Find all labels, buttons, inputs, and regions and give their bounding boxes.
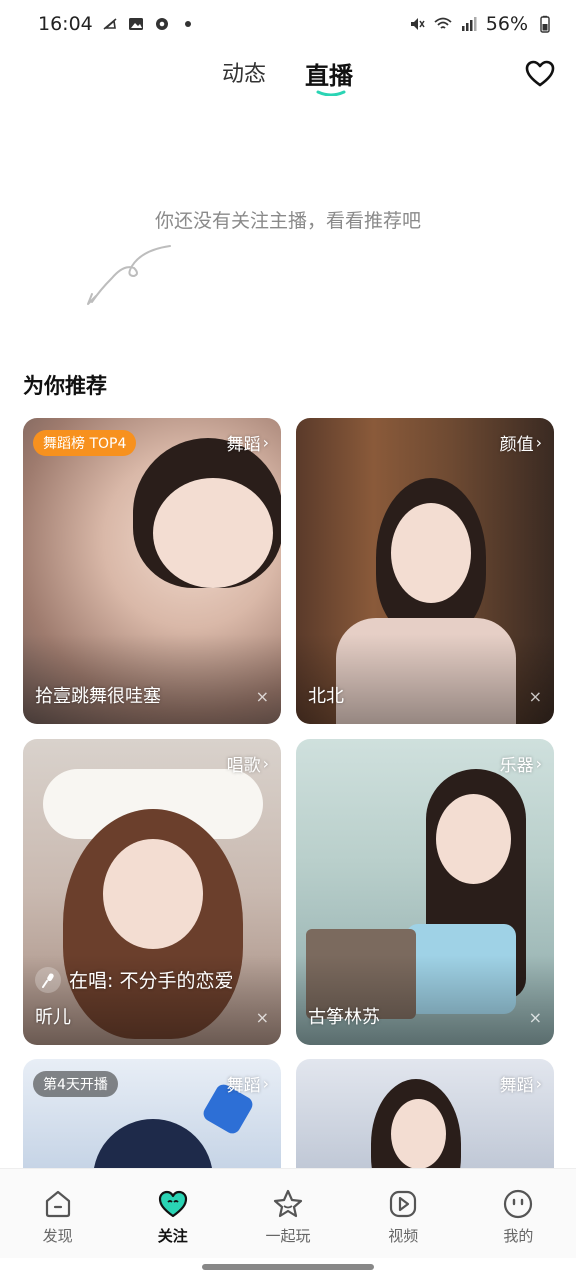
favorites-heart-icon[interactable]	[524, 58, 556, 90]
live-card[interactable]: 颜值 › 北北 ×	[296, 418, 554, 724]
now-singing-text: 在唱: 不分手的恋爱	[69, 970, 234, 992]
tab-dynamic[interactable]: 动态	[222, 56, 266, 88]
card-shade	[296, 955, 554, 1045]
chevron-right-icon: ›	[535, 1074, 542, 1093]
nav-label: 我的	[503, 1227, 534, 1245]
chevron-right-icon: ›	[262, 433, 269, 452]
star-icon	[271, 1187, 305, 1221]
signal-icon	[460, 15, 478, 33]
category-label: 舞蹈	[499, 1076, 534, 1096]
tab-active-indicator	[316, 90, 346, 96]
category-label: 舞蹈	[226, 1076, 261, 1096]
top-header: 动态 直播	[0, 48, 576, 104]
thumbnail-face	[391, 1099, 446, 1169]
profile-face-icon	[501, 1187, 535, 1221]
rank-badge: 舞蹈榜 TOP4	[33, 430, 137, 456]
heart-face-icon	[156, 1187, 190, 1221]
nav-label: 一起玩	[265, 1227, 311, 1245]
nav-label: 关注	[157, 1227, 188, 1245]
category-label: 舞蹈	[226, 435, 261, 455]
nav-label: 发现	[42, 1227, 73, 1245]
dot-icon	[179, 15, 197, 33]
nav-item-follow[interactable]: 关注	[115, 1169, 230, 1258]
category-link[interactable]: 唱歌 ›	[227, 751, 269, 776]
play-icon	[386, 1187, 420, 1221]
nav-label: 视频	[388, 1227, 419, 1245]
streamer-name: 北北	[308, 686, 344, 707]
battery-percent: 56%	[485, 13, 528, 35]
live-card[interactable]: 乐器 › 古筝林苏 ×	[296, 739, 554, 1045]
streamer-name: 古筝林苏	[308, 1007, 380, 1028]
live-card[interactable]: 舞蹈 ›	[296, 1059, 554, 1169]
tab-live[interactable]: 直播	[305, 56, 353, 91]
bottom-nav: 发现 关注 一起玩 视频 我的	[0, 1168, 576, 1258]
wifi-icon	[434, 15, 452, 33]
card-shade	[23, 634, 281, 724]
chevron-right-icon: ›	[262, 1074, 269, 1093]
thumbnail-face	[436, 794, 511, 884]
chevron-right-icon: ›	[535, 754, 542, 773]
live-card[interactable]: 舞蹈榜 TOP4 舞蹈 › 拾壹跳舞很哇塞 ×	[23, 418, 281, 724]
nav-item-discover[interactable]: 发现	[0, 1169, 115, 1258]
vibrate-icon	[408, 15, 426, 33]
thumbnail-face	[153, 478, 273, 588]
chevron-right-icon: ›	[535, 433, 542, 452]
thumbnail-face	[103, 839, 203, 949]
category-link[interactable]: 乐器 ›	[500, 751, 542, 776]
now-singing: 在唱: 不分手的恋爱	[35, 966, 233, 993]
category-label: 颜值	[499, 435, 534, 455]
dismiss-close-icon[interactable]: ×	[256, 1008, 269, 1027]
category-link[interactable]: 舞蹈 ›	[227, 1071, 269, 1096]
card-shade	[296, 634, 554, 724]
status-time: 16:04	[38, 13, 93, 35]
image-icon	[127, 15, 145, 33]
dismiss-close-icon[interactable]: ×	[529, 1008, 542, 1027]
notification-muted-icon	[101, 15, 119, 33]
status-right: 56%	[408, 13, 554, 35]
status-bar: 16:04 56%	[0, 0, 576, 48]
category-link[interactable]: 舞蹈 ›	[227, 430, 269, 455]
microphone-icon	[35, 966, 61, 993]
home-indicator[interactable]	[202, 1264, 374, 1270]
live-card[interactable]: 第4天开播 舞蹈 ›	[23, 1059, 281, 1169]
nav-item-play-together[interactable]: 一起玩	[230, 1169, 345, 1258]
chevron-right-icon: ›	[262, 754, 269, 773]
category-link[interactable]: 颜值 ›	[500, 430, 542, 455]
category-label: 乐器	[499, 756, 534, 776]
gear-icon	[153, 15, 171, 33]
status-left: 16:04	[38, 13, 197, 35]
curved-arrow-icon	[87, 245, 171, 305]
recommend-title: 为你推荐	[23, 374, 107, 398]
thumbnail-face	[391, 503, 471, 603]
empty-state-message: 你还没有关注主播，看看推荐吧	[154, 210, 421, 232]
dismiss-close-icon[interactable]: ×	[529, 687, 542, 706]
category-link[interactable]: 舞蹈 ›	[500, 1071, 542, 1096]
nav-item-video[interactable]: 视频	[346, 1169, 461, 1258]
streak-badge: 第4天开播	[33, 1071, 118, 1097]
category-label: 唱歌	[226, 756, 261, 776]
home-icon	[41, 1187, 75, 1221]
battery-icon	[536, 15, 554, 33]
dismiss-close-icon[interactable]: ×	[256, 687, 269, 706]
streamer-name: 拾壹跳舞很哇塞	[35, 686, 161, 707]
nav-item-mine[interactable]: 我的	[461, 1169, 576, 1258]
live-card[interactable]: 唱歌 › 在唱: 不分手的恋爱 昕儿 ×	[23, 739, 281, 1045]
streamer-name: 昕儿	[35, 1007, 71, 1028]
